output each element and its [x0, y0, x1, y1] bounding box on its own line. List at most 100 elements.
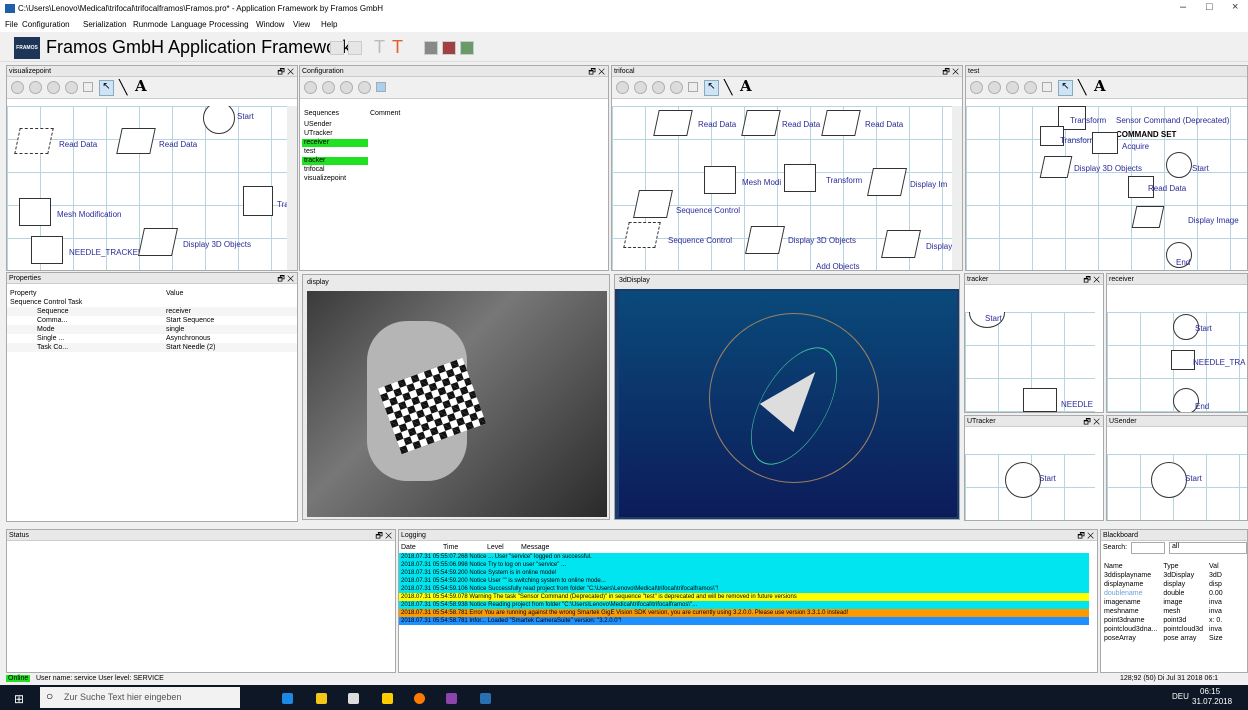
- seq-node[interactable]: [633, 190, 673, 218]
- sequence-canvas[interactable]: Start NEEDLE_TRA End: [1107, 312, 1247, 412]
- pointer-icon[interactable]: ↖: [99, 80, 114, 96]
- step-icon[interactable]: [322, 81, 335, 94]
- read-node[interactable]: [821, 110, 861, 136]
- needle-node[interactable]: [1023, 388, 1057, 412]
- folder-icon[interactable]: [376, 82, 386, 92]
- save-icon[interactable]: [348, 41, 362, 55]
- play-icon[interactable]: [616, 81, 629, 94]
- transform-node[interactable]: [784, 164, 816, 192]
- display-node[interactable]: [867, 168, 907, 196]
- text-tool-icon[interactable]: A: [135, 77, 147, 95]
- log-row[interactable]: 2018.07.31 05:54:58.781 Infor... Loaded …: [399, 617, 1089, 625]
- step-icon[interactable]: [988, 81, 1001, 94]
- menu-runmode[interactable]: Runmode: [133, 20, 168, 29]
- menu-view[interactable]: View: [293, 20, 310, 29]
- read-node[interactable]: [741, 110, 781, 136]
- start-node[interactable]: [1151, 462, 1187, 498]
- minimize-button[interactable]: –: [1180, 1, 1186, 13]
- log-row[interactable]: 2018.07.31 05:55:07.268 Notice ... User …: [399, 553, 1089, 561]
- start-node[interactable]: [203, 106, 235, 134]
- bb-name[interactable]: doublename: [1101, 589, 1160, 598]
- text-tool-icon[interactable]: A: [740, 77, 752, 95]
- log-row[interactable]: 2018.07.31 05:54:59.078 Warning The task…: [399, 593, 1089, 601]
- menu-help[interactable]: Help: [321, 20, 337, 29]
- users-icon[interactable]: [460, 41, 474, 55]
- dock-controls[interactable]: 🗗 ✕: [942, 66, 959, 76]
- connect-icon[interactable]: ╲: [119, 79, 127, 96]
- read-node[interactable]: [14, 128, 54, 154]
- sequence-canvas[interactable]: Start: [1107, 454, 1247, 520]
- prop-value[interactable]: receiver: [163, 307, 297, 316]
- text-tool-icon[interactable]: A: [1094, 77, 1106, 95]
- stop-icon[interactable]: [358, 81, 371, 94]
- menu-language[interactable]: Language: [171, 20, 207, 29]
- dock-controls[interactable]: 🗗 ✕: [375, 530, 392, 540]
- read-node[interactable]: [653, 110, 693, 136]
- log-row[interactable]: 2018.07.31 05:54:59.200 Notice User "" i…: [399, 577, 1089, 585]
- step-icon[interactable]: [634, 81, 647, 94]
- log-row[interactable]: 2018.07.31 05:54:59.200 Notice System is…: [399, 569, 1089, 577]
- text-red-icon[interactable]: T: [392, 37, 403, 58]
- stop-icon[interactable]: [1024, 81, 1037, 94]
- log-row[interactable]: 2018.07.31 05:54:58.781 Error You are ru…: [399, 609, 1089, 617]
- bb-name[interactable]: displayname: [1101, 580, 1160, 589]
- stop-icon[interactable]: [670, 81, 683, 94]
- prop-value[interactable]: single: [163, 325, 297, 334]
- bb-name[interactable]: 3ddisplayname: [1101, 571, 1160, 580]
- log-row[interactable]: 2018.07.31 05:54:58.938 Notice Reading p…: [399, 601, 1089, 609]
- dock-controls[interactable]: 🗗 ✕: [277, 66, 294, 76]
- sequence-item[interactable]: receiver: [302, 139, 368, 147]
- read-node[interactable]: [116, 128, 156, 154]
- sequence-canvas[interactable]: Start Read Data Read Data Tra Mesh Modif…: [7, 106, 287, 270]
- sequence-item[interactable]: USender: [302, 121, 368, 129]
- bb-name[interactable]: pointcloud3dna...: [1101, 625, 1160, 634]
- scrollbar[interactable]: [287, 106, 297, 270]
- sequence-canvas[interactable]: Transform Sensor Command (Deprecated) Tr…: [966, 106, 1247, 270]
- close-button[interactable]: ×: [1232, 1, 1238, 13]
- bb-name[interactable]: point3dname: [1101, 616, 1160, 625]
- pointer-icon[interactable]: ↖: [1058, 80, 1073, 96]
- square-icon[interactable]: [83, 82, 93, 92]
- pause-icon[interactable]: [1006, 81, 1019, 94]
- sequence-canvas[interactable]: Start NEEDLE: [965, 312, 1095, 412]
- start-node[interactable]: [1166, 152, 1192, 178]
- pointer-icon[interactable]: ↖: [704, 80, 719, 96]
- seq-node[interactable]: [623, 222, 661, 248]
- edge-icon[interactable]: [282, 693, 293, 704]
- display-node[interactable]: [1131, 206, 1165, 228]
- stop-icon[interactable]: [65, 81, 78, 94]
- display3d-node[interactable]: [745, 226, 785, 254]
- mesh-node[interactable]: [704, 166, 736, 194]
- clock-time[interactable]: 06:15: [1200, 687, 1220, 696]
- dock-controls[interactable]: 🗗 ✕: [1083, 274, 1100, 284]
- needle-node[interactable]: [31, 236, 63, 264]
- connect-icon[interactable]: ╲: [1078, 79, 1086, 96]
- log-row[interactable]: 2018.07.31 05:55:06.998 Notice Try to lo…: [399, 561, 1089, 569]
- windows-start-icon[interactable]: ⊞: [14, 692, 24, 706]
- start-node[interactable]: [1005, 462, 1041, 498]
- play-icon[interactable]: [970, 81, 983, 94]
- step-icon[interactable]: [29, 81, 42, 94]
- open-icon[interactable]: [330, 41, 344, 55]
- scrollbar[interactable]: [952, 106, 962, 270]
- mesh-node[interactable]: [19, 198, 51, 226]
- sequence-item[interactable]: UTracker: [302, 130, 368, 138]
- log-row[interactable]: 2018.07.31 05:54:59.106 Notice Successfu…: [399, 585, 1089, 593]
- group-row[interactable]: Sequence Control Task: [7, 298, 297, 307]
- bb-name[interactable]: meshname: [1101, 607, 1160, 616]
- pause-icon[interactable]: [652, 81, 665, 94]
- dock-controls[interactable]: 🗗 ✕: [1077, 530, 1094, 540]
- prop-value[interactable]: Start Sequence: [163, 316, 297, 325]
- display3d-node[interactable]: [1039, 156, 1073, 178]
- firefox-icon[interactable]: [414, 693, 425, 704]
- pause-icon[interactable]: [47, 81, 60, 94]
- visualstudio-icon[interactable]: [446, 693, 457, 704]
- square-icon[interactable]: [688, 82, 698, 92]
- acquire-node[interactable]: [1092, 132, 1118, 154]
- square-icon[interactable]: [1042, 82, 1052, 92]
- needle-node[interactable]: [1171, 350, 1195, 370]
- dock-controls[interactable]: 🗗 ✕: [1083, 416, 1100, 426]
- play-icon[interactable]: [11, 81, 24, 94]
- sequence-canvas[interactable]: Start: [965, 454, 1095, 520]
- transform-node[interactable]: [243, 186, 273, 216]
